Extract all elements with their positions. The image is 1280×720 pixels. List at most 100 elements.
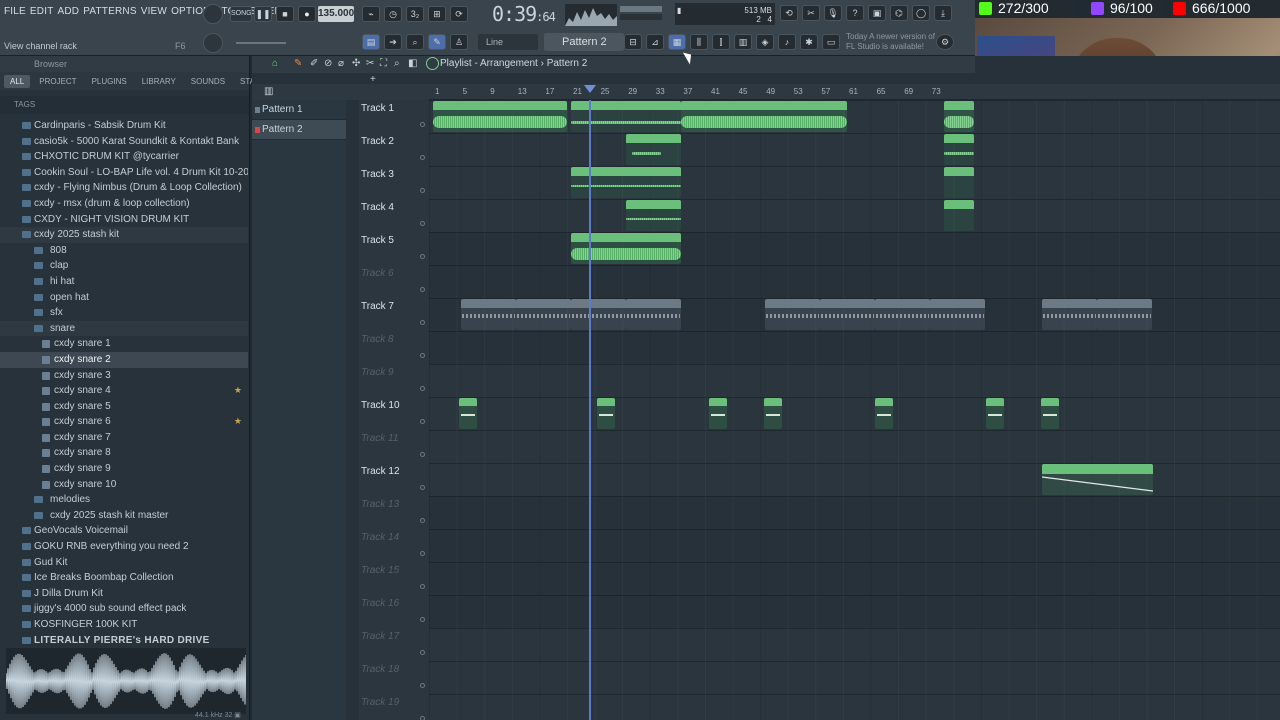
track-header[interactable]: Track 4 bbox=[359, 199, 434, 232]
master-pitch-slider[interactable] bbox=[236, 42, 286, 44]
track-enable-led[interactable] bbox=[420, 254, 425, 259]
undo-history-icon[interactable]: ⟲ bbox=[780, 5, 798, 21]
browser-folder-item[interactable]: open hat bbox=[0, 290, 248, 306]
track-header[interactable]: Track 1 bbox=[359, 100, 434, 133]
stamp-icon[interactable]: ♙ bbox=[450, 34, 468, 50]
browser-tab-all[interactable]: ALL bbox=[4, 74, 31, 88]
browser-folder-item[interactable]: jiggy's 4000 sub sound effect pack bbox=[0, 601, 248, 617]
track-enable-led[interactable] bbox=[420, 518, 425, 523]
song-position-display[interactable]: 0:39:64 bbox=[492, 2, 556, 26]
browser-folder-item[interactable]: clap bbox=[0, 258, 248, 274]
track-enable-led[interactable] bbox=[420, 716, 425, 720]
menu-file[interactable]: FILE bbox=[4, 6, 26, 17]
audio-clip[interactable]: ⊢ 'V..ra bbox=[944, 134, 974, 165]
track-header[interactable]: Track 9 bbox=[359, 364, 434, 397]
track-enable-led[interactable] bbox=[420, 650, 425, 655]
tempo-display[interactable]: 135.000 bbox=[318, 6, 354, 22]
audio-clip[interactable]: ⊢ 'V..ra ⊢ 'V..ra ⊢ 'V..ra bbox=[571, 233, 681, 264]
track-header[interactable]: Track 19 bbox=[359, 694, 434, 720]
sample-clip[interactable] bbox=[764, 398, 782, 429]
track-enable-led[interactable] bbox=[420, 386, 425, 391]
star-icon[interactable]: ★ bbox=[234, 383, 242, 399]
browser-folder-item[interactable]: sfx bbox=[0, 305, 248, 321]
menu-view[interactable]: VIEW bbox=[141, 6, 167, 17]
track-enable-led[interactable] bbox=[420, 155, 425, 160]
browser-file-item[interactable]: cxdy snare 6 ★ bbox=[0, 414, 248, 430]
help-icon[interactable]: ? bbox=[846, 5, 864, 21]
track-header[interactable]: Track 15 bbox=[359, 562, 434, 595]
browser-folder-item[interactable]: GOKU RNB everything you need 2 bbox=[0, 539, 248, 555]
browser-tab-plugins[interactable]: PLUGINS bbox=[86, 75, 133, 88]
paint-tool-icon[interactable]: ✐ bbox=[310, 58, 318, 69]
pattern-clip[interactable]: Pattern 1 bbox=[1042, 299, 1097, 330]
snap-magnet-icon[interactable]: ⌂ bbox=[272, 58, 278, 69]
channel-rack-icon[interactable]: ⊟ bbox=[624, 34, 642, 50]
browser-file-item[interactable]: cxdy snare 9 bbox=[0, 461, 248, 477]
track-header[interactable]: Track 17 bbox=[359, 628, 434, 661]
track-header[interactable]: Track 6 bbox=[359, 265, 434, 298]
audio-clip[interactable]: ⊢ 'V..ra ⊢ 'V..ra ⊢ 'V..ra bbox=[571, 101, 681, 132]
arrow-icon[interactable]: ➔ bbox=[384, 34, 402, 50]
track-enable-led[interactable] bbox=[420, 320, 425, 325]
audio-clip[interactable]: ⊢ 'V..ra ⊢ 'V..ra ⊢ 'V..ra bbox=[571, 167, 681, 198]
draw-tool-icon[interactable]: ✎ bbox=[294, 58, 302, 69]
browser-folder-item[interactable]: Cardinparis - Sabsik Drum Kit bbox=[0, 118, 248, 134]
menu-edit[interactable]: EDIT bbox=[30, 6, 54, 17]
mixer-icon[interactable]: ⫼ bbox=[690, 34, 708, 50]
pattern-clip[interactable]: Pattern 1 bbox=[930, 299, 985, 330]
automation-clip[interactable]: Master - Volume bbox=[1042, 464, 1153, 495]
pause-button[interactable]: ❚❚ bbox=[254, 6, 272, 22]
wrench-icon[interactable]: ✱ bbox=[800, 34, 818, 50]
audio-clip[interactable]: ⊢ 'Voices' 135 - @ayysupra bbox=[681, 101, 847, 132]
pattern-clip[interactable]: Pattern 2 bbox=[571, 299, 626, 330]
browser-folder-item[interactable]: hi hat bbox=[0, 274, 248, 290]
browser-file-item[interactable]: cxdy snare 1 bbox=[0, 336, 248, 352]
zoom-tool-icon[interactable]: ⌕ bbox=[394, 58, 400, 69]
zoom-icon[interactable]: ⌕ bbox=[406, 34, 424, 50]
track-enable-led[interactable] bbox=[420, 122, 425, 127]
mute-tool-icon[interactable]: ⌀ bbox=[338, 58, 344, 69]
track-enable-led[interactable] bbox=[420, 419, 425, 424]
track-header[interactable]: Track 12 bbox=[359, 463, 434, 496]
browser-folder-item[interactable]: Gud Kit bbox=[0, 555, 248, 571]
menu-patterns[interactable]: PATTERNS bbox=[83, 6, 136, 17]
browser-folder-item[interactable]: LITERALLY PIERRE's HARD DRIVE bbox=[0, 633, 248, 648]
browser-tab-library[interactable]: LIBRARY bbox=[136, 75, 182, 88]
pattern-selector[interactable]: Pattern 2 bbox=[544, 33, 624, 51]
browser-icon[interactable]: ▥ bbox=[734, 34, 752, 50]
loop-record-icon[interactable]: ⟳ bbox=[450, 6, 468, 22]
browser-folder-item[interactable]: cxdy - msx (drum & loop collection) bbox=[0, 196, 248, 212]
piano-roll-icon[interactable]: ⊿ bbox=[646, 34, 664, 50]
pattern-clip[interactable]: Pattern 1 bbox=[461, 299, 516, 330]
sample-clip[interactable] bbox=[459, 398, 477, 429]
arrangement-grid[interactable]: ⊢ 'V..ra ⊢ 'Voices..yupra ⊢ 'Voices..yup… bbox=[429, 100, 1280, 720]
timeline-ruler[interactable]: 1 5 9 13 17 21 25 29 33 37 41 45 49 53 57 61 65 69 73 bbox=[429, 84, 1280, 100]
track-enable-led[interactable] bbox=[420, 353, 425, 358]
browser-folder-item[interactable]: J Dilla Drum Kit bbox=[0, 586, 248, 602]
audio-clip[interactable]: ⊢ 'V..ra bbox=[944, 200, 974, 231]
browser-folder-item[interactable]: 808 bbox=[0, 243, 248, 259]
select-tool-icon[interactable]: ⛶ bbox=[380, 58, 387, 69]
audio-clip[interactable]: ⊢ 'V..ra bbox=[944, 101, 974, 132]
track-enable-led[interactable] bbox=[420, 485, 425, 490]
track-enable-led[interactable] bbox=[420, 188, 425, 193]
pattern-picker-item[interactable]: Pattern 1 bbox=[252, 100, 346, 120]
menu-add[interactable]: ADD bbox=[58, 6, 80, 17]
playback-tool-icon[interactable]: ◧ bbox=[408, 58, 417, 69]
browser-file-item[interactable]: cxdy snare 8 bbox=[0, 445, 248, 461]
browser-file-item[interactable]: cxdy snare 4 ★ bbox=[0, 383, 248, 399]
pattern-clip[interactable]: Pattern 1 bbox=[765, 299, 820, 330]
track-enable-led[interactable] bbox=[420, 683, 425, 688]
song-mode-toggle[interactable]: SONG bbox=[230, 6, 252, 22]
sample-clip[interactable] bbox=[597, 398, 615, 429]
browser-folder-item[interactable]: cxdy 2025 stash kit master bbox=[0, 508, 248, 524]
sample-clip[interactable] bbox=[1041, 398, 1059, 429]
track-header[interactable]: Track 14 bbox=[359, 529, 434, 562]
browser-file-item[interactable]: cxdy snare 3 bbox=[0, 368, 248, 384]
track-enable-led[interactable] bbox=[420, 221, 425, 226]
track-header[interactable]: Track 3 bbox=[359, 166, 434, 199]
browser-folder-item[interactable]: CXDY - NIGHT VISION DRUM KIT bbox=[0, 212, 248, 228]
master-volume-knob[interactable] bbox=[203, 33, 223, 53]
download-icon[interactable]: ⤓ bbox=[934, 5, 952, 21]
picker-panel-icon[interactable]: ▥ bbox=[264, 86, 273, 97]
